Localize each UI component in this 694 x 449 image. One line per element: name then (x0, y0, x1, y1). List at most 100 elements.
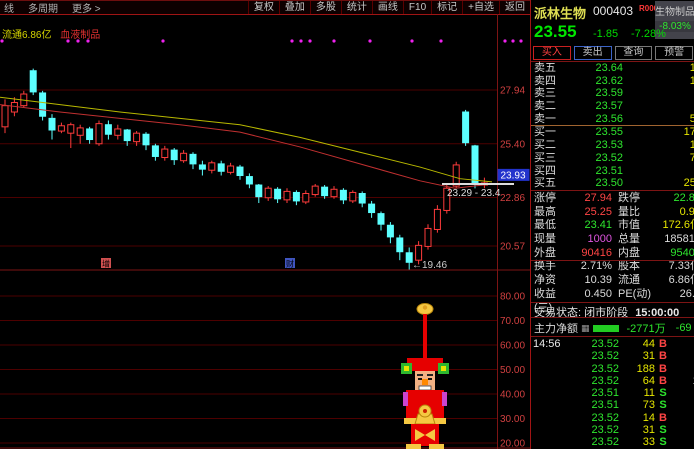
candle-body (462, 111, 470, 144)
stat-row-2: 最低23.41市值172.6亿 (534, 219, 694, 232)
candle-body (57, 125, 65, 132)
candle-body (433, 208, 441, 230)
candle-body (1, 105, 9, 128)
tick-row-1: 23.5231B5 (591, 350, 667, 363)
menu-kline[interactable]: 线 (4, 0, 14, 15)
bid-row[interactable]: 买二23.5318 (531, 139, 694, 152)
candle-body (227, 165, 235, 173)
toolbar-button-7[interactable]: +自选 (462, 1, 499, 14)
toolbar-button-1[interactable]: 叠加 (278, 1, 310, 14)
signal-dot (439, 39, 443, 43)
signal-dot (332, 39, 336, 43)
bid-row[interactable]: 买三23.5274 (531, 152, 694, 165)
tick-row-0: 14:5623.5244B1 (533, 338, 667, 350)
stat-row-1: 最高25.25量比0.93 (534, 205, 694, 218)
indicator-axis-label: 30.00 (500, 414, 525, 425)
grid-icon: ▦ (581, 322, 590, 333)
signal-dot (161, 39, 165, 43)
kline-chart-area[interactable]: 流通6.86亿 血液制品 27.94 25.40 22.86 20.57 80.00 70… (0, 14, 530, 449)
candle-body (452, 164, 460, 187)
candle-body (302, 193, 310, 203)
alert-button[interactable]: 预警 (655, 46, 693, 60)
stat-row-4: 外盘90416内盘95407 (534, 246, 694, 259)
bid-row[interactable]: 买五23.50253 (531, 177, 694, 190)
price-change-pct: -7.28% (631, 28, 666, 40)
quote-panel: 派林生物 000403 R000 生物制品 -8.03% 23.55 -1.85… (530, 0, 694, 449)
candle-body (123, 129, 131, 142)
ma-line-red (0, 104, 493, 189)
candle-body (217, 163, 225, 172)
toolbar-button-4[interactable]: 画线 (371, 1, 403, 14)
ask-row[interactable]: 卖二23.573 (531, 100, 694, 113)
trading-app-window: 线 多周期 更多 > 复权 叠加 多股 统计 画线 F10 标记 +自选 返回 流通6.86亿 … (0, 0, 694, 449)
candle-body (349, 191, 357, 202)
toolbar-button-3[interactable]: 统计 (340, 1, 372, 14)
ask-row[interactable]: 卖四23.6215 (531, 75, 694, 88)
ask-row[interactable]: 卖五23.6415 (531, 62, 694, 75)
candle-body (311, 185, 319, 196)
candle-body (189, 153, 197, 165)
candle-body (114, 128, 122, 136)
candle-body (67, 124, 75, 134)
candle-body (415, 244, 423, 261)
candle-body (396, 237, 404, 253)
candle-body (39, 92, 47, 117)
ask-row[interactable]: 卖一23.5655 (531, 113, 694, 126)
candle-body (283, 190, 291, 201)
tick-row-8: 23.5233S8 (591, 436, 667, 449)
candle-body (86, 128, 94, 141)
toolbar-button-0[interactable]: 复权 (247, 1, 279, 14)
candle-body (255, 184, 263, 198)
stats-grid: 涨停27.94跌停22.86最高25.25量比0.93最低23.41市值172.… (531, 192, 694, 314)
menu-multi-period[interactable]: 多周期 (28, 0, 58, 15)
ask-row[interactable]: 卖三23.598 (531, 87, 694, 100)
candle-body (274, 188, 282, 200)
toolbar-button-5[interactable]: F10 (402, 1, 431, 14)
query-button[interactable]: 查询 (614, 46, 653, 60)
event-marker-label: 增 (102, 259, 110, 269)
tick-row-4: 23.5111S4 (591, 387, 667, 400)
top-toolbar: 线 多周期 更多 > 复权 叠加 多股 统计 画线 F10 标记 +自选 返回 (0, 0, 530, 15)
event-marker-label: 财 (286, 259, 294, 269)
tick-row-3: 23.5264B11 (591, 374, 694, 387)
toolbar-button-6[interactable]: 标记 (431, 1, 462, 14)
candle-body (170, 149, 178, 161)
signal-dot (503, 39, 507, 43)
industry-label: 血液制品 (60, 30, 101, 41)
candle-body (424, 227, 432, 247)
candle-body (151, 145, 159, 157)
stat-row-5: 换手2.71%股本7.33亿 (534, 260, 694, 273)
bid-row[interactable]: 买四23.515 (531, 165, 694, 178)
price-axis-label: 25.40 (500, 139, 525, 150)
indicator-axis-label: 80.00 (500, 292, 525, 303)
toolbar-buttons: 复权 叠加 多股 统计 画线 F10 标记 +自选 返回 (247, 1, 530, 14)
tick-row-7: 23.5231S5 (591, 424, 667, 437)
candle-body (29, 70, 37, 93)
order-book: 卖五23.6415卖四23.6215卖三23.598卖二23.573卖一23.5… (531, 62, 694, 190)
main-net-label: 主力净额 (534, 323, 578, 335)
toolbar-button-8[interactable]: 返回 (499, 1, 530, 14)
last-price: 23.55 (534, 22, 577, 41)
buy-button[interactable]: 买入 (533, 46, 571, 60)
stock-code: 000403 (593, 4, 634, 18)
sector-name: 生物制品 (655, 7, 694, 18)
candle-body (180, 152, 188, 162)
main-net-row: 主力净额 ▦ -2771万 -69 (534, 320, 694, 336)
candle-body (292, 191, 300, 202)
stock-name: 派林生物 (534, 6, 587, 21)
signal-dot (410, 39, 414, 43)
menu-more[interactable]: 更多 > (72, 0, 101, 15)
signal-dot (511, 39, 515, 43)
candle-body (10, 101, 18, 113)
toolbar-button-2[interactable]: 多股 (309, 1, 341, 14)
price-axis-label: 27.94 (500, 86, 525, 97)
candle-body (245, 176, 253, 185)
indicator-axis-label: 60.00 (500, 341, 525, 352)
float-shares-label: 流通6.86亿 (2, 30, 52, 41)
bid-row[interactable]: 买一23.55177 (531, 126, 694, 139)
sell-button[interactable]: 卖出 (573, 46, 612, 60)
candle-body (321, 186, 329, 197)
ma-line-yellow (0, 96, 493, 183)
signal-dot (368, 39, 372, 43)
signal-dot (308, 39, 312, 43)
